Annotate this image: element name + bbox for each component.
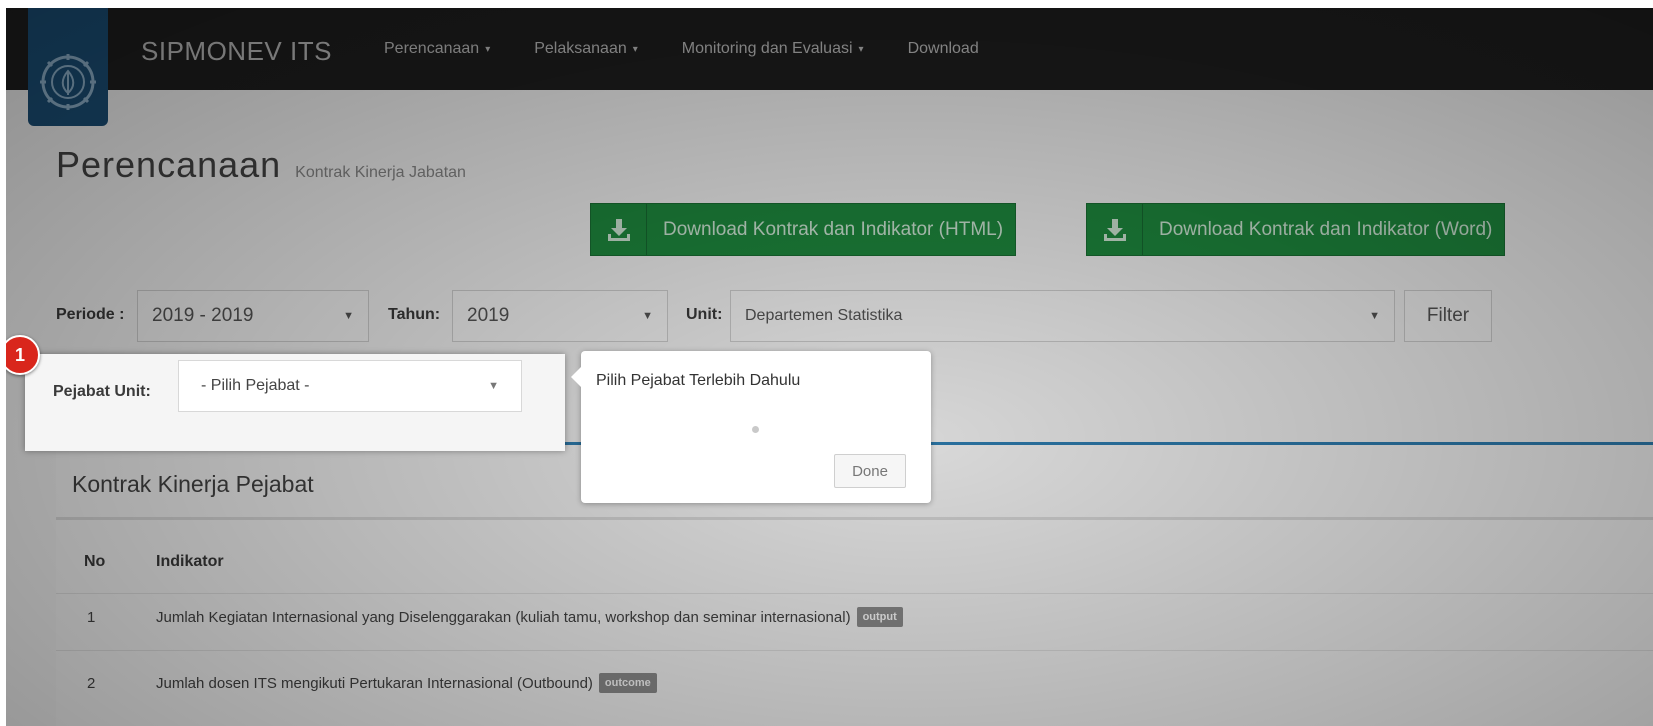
unit-label: Unit: [686,306,723,323]
tahun-value: 2019 [467,305,510,326]
tahun-select[interactable]: 2019 ▼ [452,290,668,342]
nav-item-download[interactable]: Download [908,40,979,58]
pejabat-select[interactable]: - Pilih Pejabat - ▼ [178,360,522,412]
download-tray-icon [1087,204,1143,255]
type-badge: outcome [598,673,657,693]
nav-item-label: Pelaksanaan [534,40,627,57]
column-header-no: No [84,553,106,570]
chevron-down-icon: ▼ [1369,310,1380,322]
periode-select[interactable]: 2019 - 2019 ▼ [137,290,369,342]
chevron-down-icon: ▼ [642,310,653,322]
app-frame: SIPMONEV ITS Perencanaan ▾ Pelaksanaan ▾… [6,8,1653,726]
chevron-down-icon: ▼ [343,310,354,322]
row-number: 2 [87,675,96,692]
nav-item-monitoring[interactable]: Monitoring dan Evaluasi ▾ [682,40,864,58]
download-word-button[interactable]: Download Kontrak dan Indikator (Word) [1086,203,1506,256]
nav-item-perencanaan[interactable]: Perencanaan ▾ [384,40,490,58]
chevron-down-icon: ▾ [632,43,638,55]
table-cell-no: 2 [87,675,95,692]
chevron-down-icon: ▾ [485,43,491,55]
chevron-down-icon: ▼ [488,380,499,392]
panel-divider [56,517,1653,520]
pejabat-value: - Pilih Pejabat - [201,377,310,394]
unit-select[interactable]: Departemen Statistika ▼ [730,290,1395,342]
download-word-label: Download Kontrak dan Indikator (Word) [1159,218,1493,240]
download-html-label: Download Kontrak dan Indikator (HTML) [663,218,1004,240]
table-row: Jumlah Kegiatan Internasional yang Disel… [156,607,903,627]
download-html-button[interactable]: Download Kontrak dan Indikator (HTML) [590,203,1017,256]
table-cell-no: 1 [87,609,95,626]
tour-progress-dot[interactable] [752,426,759,433]
nav-item-label: Perencanaan [384,40,480,57]
indikator-text: Jumlah dosen ITS mengikuti Pertukaran In… [156,674,593,692]
page-title-text: Perencanaan [56,144,282,185]
tour-tooltip: Pilih Pejabat Terlebih Dahulu Done [571,351,931,503]
filter-button[interactable]: Filter [1404,290,1492,342]
type-badge: output [856,607,903,627]
its-seal-icon [40,54,96,110]
indikator-text: Jumlah Kegiatan Internasional yang Disel… [156,608,851,626]
unit-value: Departemen Statistika [745,307,903,324]
periode-value: 2019 - 2019 [152,305,254,326]
nav-menu: Perencanaan ▾ Pelaksanaan ▾ Monitoring d… [384,8,1023,90]
pejabat-label: Pejabat Unit: [53,383,151,400]
logo[interactable] [28,8,108,126]
download-tray-icon [591,204,647,255]
nav-item-pelaksanaan[interactable]: Pelaksanaan ▾ [534,40,638,58]
nav-item-label: Monitoring dan Evaluasi [681,40,853,57]
page-subtitle: Kontrak Kinerja Jabatan [295,164,466,181]
table-row: Jumlah dosen ITS mengikuti Pertukaran In… [156,673,657,693]
chevron-down-icon: ▾ [858,43,864,55]
done-button[interactable]: Done [834,454,906,488]
tour-message: Pilih Pejabat Terlebih Dahulu [596,372,801,389]
row-number: 1 [87,609,96,626]
row-divider [56,593,1653,594]
brand-name[interactable]: SIPMONEV ITS [141,36,332,67]
panel-title: Kontrak Kinerja Pejabat [72,471,314,497]
column-header-indikator: Indikator [156,553,224,570]
nav-item-label: Download [907,40,979,57]
periode-label: Periode : [56,306,125,323]
row-divider [56,650,1653,651]
pejabat-highlight: Pejabat Unit: - Pilih Pejabat - ▼ [25,354,565,451]
top-navbar: SIPMONEV ITS Perencanaan ▾ Pelaksanaan ▾… [6,8,1653,90]
page-title: Perencanaan Kontrak Kinerja Jabatan [56,144,466,186]
tahun-label: Tahun: [388,306,441,323]
